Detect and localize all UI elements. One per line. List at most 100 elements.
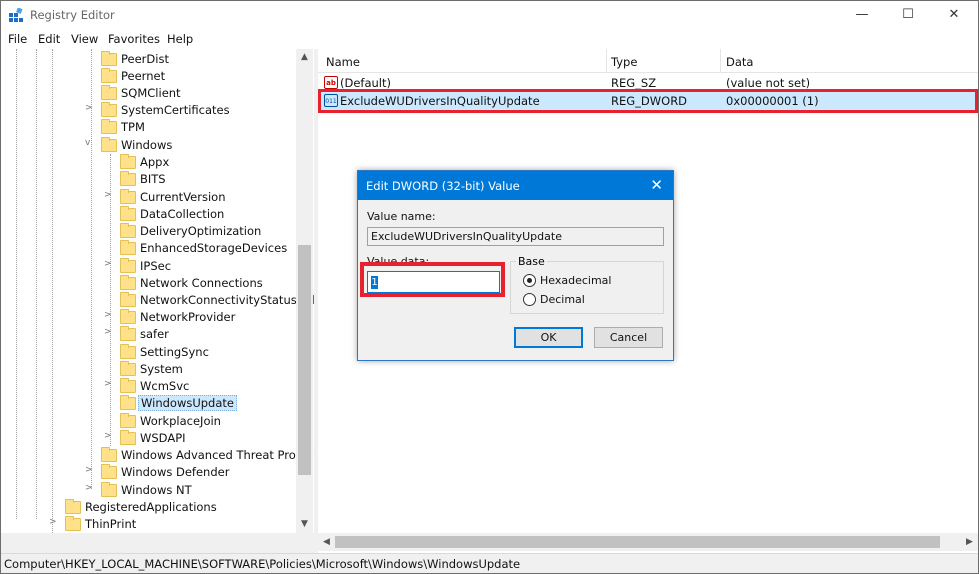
tree-scroll-thumb[interactable] [298, 245, 311, 475]
value-name-field: ExcludeWUDriversInQualityUpdate [367, 227, 664, 246]
folder-icon [101, 482, 117, 497]
tree-item-label: ThinPrint [85, 517, 137, 531]
tree-vertical-scrollbar[interactable]: ▲ ▼ [296, 49, 313, 533]
expander-icon[interactable]: > [104, 310, 114, 320]
folder-icon [120, 189, 136, 204]
decimal-radio[interactable] [523, 293, 536, 306]
hexadecimal-label[interactable]: Hexadecimal [540, 274, 611, 287]
tree-item-label: Network Connections [140, 276, 263, 290]
folder-icon [120, 171, 136, 186]
registry-path: Computer\HKEY_LOCAL_MACHINE\SOFTWARE\Pol… [4, 557, 521, 571]
folder-icon [120, 309, 136, 324]
value-data-input[interactable] [367, 271, 500, 293]
value-type: REG_DWORD [611, 94, 688, 108]
value-row-excludewudrivers[interactable]: 011 ExcludeWUDriversInQualityUpdate REG_… [318, 89, 978, 113]
expander-icon[interactable]: > [104, 379, 114, 389]
tree-item-label: SQMClient [121, 86, 181, 100]
tree-guide-line [52, 49, 53, 533]
expander-icon[interactable]: > [49, 517, 59, 527]
hexadecimal-radio[interactable] [523, 274, 536, 287]
menu-view[interactable]: View [71, 32, 98, 46]
folder-icon [101, 464, 117, 479]
expander-icon[interactable]: > [104, 259, 114, 269]
cancel-button[interactable]: Cancel [594, 327, 663, 348]
tree-guide-line [36, 49, 37, 519]
tree-item-label: PeerDist [121, 52, 169, 66]
column-name[interactable]: Name [326, 55, 360, 69]
menu-favorites[interactable]: Favorites [108, 32, 160, 46]
decimal-label[interactable]: Decimal [540, 293, 585, 306]
dialog-close-icon[interactable]: ✕ [650, 176, 663, 194]
base-label: Base [516, 255, 547, 268]
folder-icon [120, 326, 136, 341]
folder-icon [101, 68, 117, 83]
expander-icon[interactable]: > [104, 431, 114, 441]
folder-icon [65, 516, 81, 531]
tree-item-label: SystemCertificates [121, 103, 230, 117]
tree-item-label: Peernet [121, 69, 166, 83]
expander-icon[interactable]: v [85, 138, 95, 148]
tree-item-label: IPSec [140, 259, 172, 273]
string-value-icon: ab [324, 76, 338, 89]
folder-icon [120, 361, 136, 376]
column-separator[interactable] [606, 49, 607, 73]
folder-icon [101, 51, 117, 66]
registry-tree[interactable]: PeerDist Peernet SQMClient > SystemCertif… [1, 49, 314, 533]
tree-item-label: WSDAPI [140, 431, 186, 445]
edit-dword-dialog: Edit DWORD (32-bit) Value ✕ Value name: … [357, 170, 674, 361]
folder-icon [120, 223, 136, 238]
list-header: Name Type Data [318, 49, 978, 73]
folder-icon [120, 413, 136, 428]
tree-item-label: System [140, 362, 183, 376]
tree-item-label: TPM [121, 120, 145, 134]
expander-icon[interactable]: > [104, 190, 114, 200]
tree-item-label: EnhancedStorageDevices [140, 241, 288, 255]
minimize-button[interactable]: — [839, 1, 885, 29]
value-name-label: Value name: [367, 210, 436, 223]
tree-horizontal-scrollbar[interactable] [1, 533, 314, 553]
list-horizontal-scrollbar[interactable]: ◀ ▶ [318, 533, 978, 551]
menu-bar: File Edit View Favorites Help [1, 29, 978, 49]
tree-item-label: NetworkProvider [140, 310, 236, 324]
value-data-selection: 1 [371, 276, 378, 289]
folder-icon [120, 344, 136, 359]
folder-icon [120, 395, 136, 410]
value-name: (Default) [340, 76, 391, 90]
folder-icon [120, 240, 136, 255]
scroll-left-icon[interactable]: ◀ [318, 533, 335, 551]
scroll-down-icon[interactable]: ▼ [296, 516, 313, 533]
folder-icon [120, 275, 136, 290]
scroll-up-icon[interactable]: ▲ [296, 49, 313, 66]
tree-guide-line [91, 49, 92, 489]
list-scroll-thumb[interactable] [335, 536, 940, 548]
value-type: REG_SZ [611, 76, 657, 90]
expander-icon[interactable]: > [104, 327, 114, 337]
tree-item-label: RegisteredApplications [85, 500, 217, 514]
close-button[interactable]: ✕ [931, 1, 977, 29]
column-separator[interactable] [720, 49, 721, 73]
registry-editor-icon [9, 8, 23, 22]
value-name: ExcludeWUDriversInQualityUpdate [340, 94, 540, 108]
folder-icon [120, 258, 136, 273]
tree-item-label: Windows [121, 138, 173, 152]
expander-icon[interactable]: > [85, 483, 95, 493]
expander-icon[interactable]: > [85, 103, 95, 113]
tree-item-label: safer [140, 327, 169, 341]
column-data[interactable]: Data [726, 55, 753, 69]
dword-value-icon: 011 [324, 94, 338, 107]
folder-icon [101, 102, 117, 117]
scroll-right-icon[interactable]: ▶ [961, 533, 978, 551]
maximize-button[interactable]: ☐ [885, 1, 931, 29]
expander-icon[interactable]: > [85, 465, 95, 475]
menu-edit[interactable]: Edit [38, 32, 60, 46]
dialog-title-bar[interactable]: Edit DWORD (32-bit) Value ✕ [358, 171, 673, 200]
ok-button[interactable]: OK [514, 327, 583, 348]
menu-help[interactable]: Help [167, 32, 193, 46]
window-title: Registry Editor [30, 8, 115, 22]
tree-item-label: DataCollection [140, 207, 225, 221]
column-type[interactable]: Type [611, 55, 637, 69]
menu-file[interactable]: File [8, 32, 27, 46]
folder-icon [65, 499, 81, 514]
status-bar: Computer\HKEY_LOCAL_MACHINE\SOFTWARE\Pol… [1, 553, 978, 573]
tree-item-label: WcmSvc [140, 379, 190, 393]
